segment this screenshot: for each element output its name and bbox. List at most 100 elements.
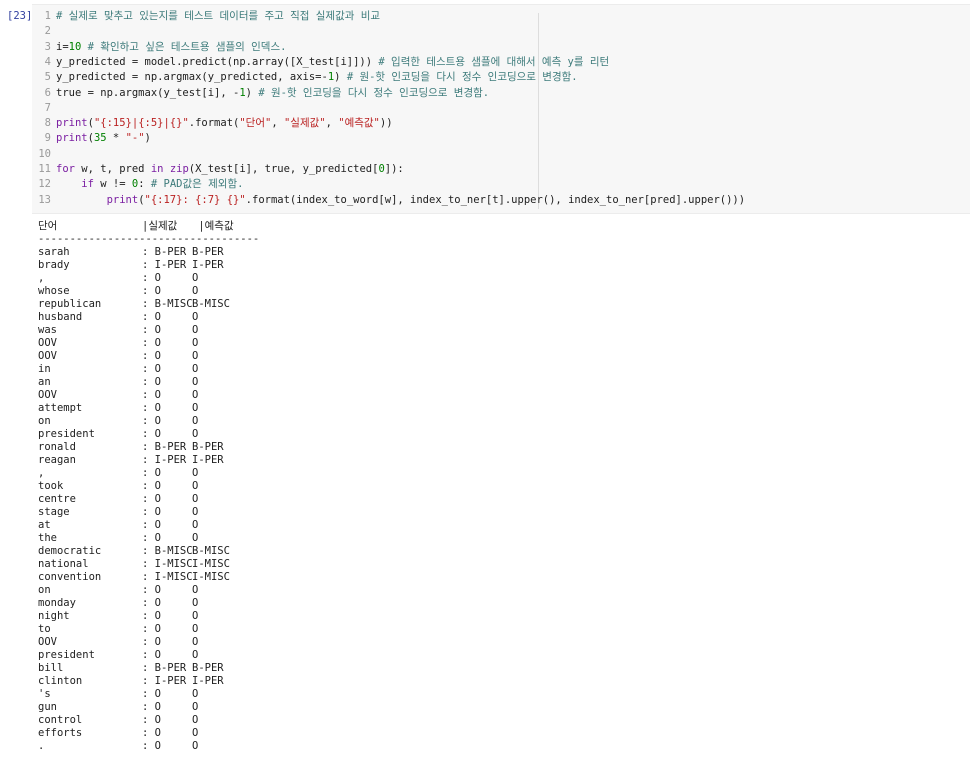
code-line[interactable]: 10	[32, 147, 56, 162]
output-row: ,: O O	[38, 467, 738, 480]
code-line[interactable]: 4 y_predicted = model.predict(np.array([X…	[32, 55, 610, 70]
output-true-tag: : O	[142, 363, 161, 375]
output-true-tag: : O	[142, 714, 161, 726]
output-row: centre: O O	[38, 493, 738, 506]
code-token: :	[138, 178, 151, 191]
code-token: ,	[325, 117, 339, 130]
output-true-tag: : O	[142, 636, 161, 648]
output-pred-tag: I-PER	[192, 675, 224, 687]
line-number: 7	[44, 101, 51, 114]
code-line[interactable]: 6 true = np.argmax(y_test[i], -1) # 원-핫 인…	[32, 86, 489, 101]
output-word: monday	[38, 597, 76, 609]
code-token: 10	[68, 40, 82, 53]
output-true-tag: : O	[142, 350, 161, 362]
output-row: OOV: O O	[38, 636, 738, 649]
code-token: "{:17}: {:7} {}"	[144, 193, 246, 206]
output-true-tag: : O	[142, 324, 161, 336]
output-word: at	[38, 519, 51, 531]
output-word: national	[38, 558, 89, 570]
output-header: 단어 |실제값 |예측값	[38, 220, 738, 233]
code-editor[interactable]: 1 # 실제로 맞추고 있는지를 테스트 데이터를 주고 직접 실제값과 비교 2 3…	[32, 4, 970, 214]
output-true-tag: : O	[142, 688, 161, 700]
output-pred-tag: I-MISC	[192, 571, 230, 583]
code-line[interactable]: 3 i=10 # 확인하고 싶은 테스트용 샘플의 인덱스.	[32, 40, 287, 55]
output-row: republican: B-MISCB-MISC	[38, 298, 738, 311]
code-line[interactable]: 9 print(35 * "-")	[32, 131, 151, 146]
code-line[interactable]: 5 y_predicted = np.argmax(y_predicted, ax…	[32, 70, 578, 85]
output-word: gun	[38, 701, 57, 713]
output-pred-tag: O	[192, 324, 199, 336]
output-true-tag: : O	[142, 532, 161, 544]
output-true-tag: : B-PER	[142, 246, 187, 258]
output-row: national: I-MISCI-MISC	[38, 558, 738, 571]
output-row: president: O O	[38, 428, 738, 441]
code-token: zip	[169, 163, 189, 175]
code-token: # 입력한 테스트용 샘플에 대해서 예측 y를 리턴	[378, 55, 610, 68]
output-word: OOV	[38, 389, 57, 401]
output-true-tag: : O	[142, 493, 161, 505]
code-line[interactable]: 8 print("{:15}|{:5}|{}".format("단어", "실제값…	[32, 116, 393, 131]
code-line[interactable]: 1 # 실제로 맞추고 있는지를 테스트 데이터를 주고 직접 실제값과 비교	[32, 9, 380, 24]
output-pred-tag: I-MISC	[192, 558, 230, 570]
output-word: 's	[38, 688, 51, 700]
cell-output: 단어 |실제값 |예측값 ----------------------------…	[38, 220, 738, 753]
output-pred-tag: O	[192, 480, 199, 492]
output-row: on: O O	[38, 415, 738, 428]
line-number: 11	[38, 163, 51, 175]
code-token: for	[56, 163, 75, 175]
editor-ruler	[538, 13, 539, 209]
output-true-tag: : I-MISC	[142, 571, 193, 583]
output-row: efforts: O O	[38, 727, 738, 740]
execution-count: [23]	[7, 10, 33, 22]
output-pred-tag: O	[192, 623, 199, 635]
code-line[interactable]: 13 print("{:17}: {:7} {}".format(index_t…	[32, 193, 745, 208]
output-row: OOV: O O	[38, 350, 738, 363]
output-pred-tag: O	[192, 402, 199, 414]
output-pred-tag: B-PER	[192, 246, 224, 258]
output-row: to: O O	[38, 623, 738, 636]
code-token: w !=	[93, 178, 132, 191]
code-token: # 실제로 맞추고 있는지를 테스트 데이터를 주고 직접 실제값과 비교	[56, 10, 381, 22]
code-token: )	[144, 132, 151, 145]
output-true-tag: : I-PER	[142, 454, 187, 466]
code-token: # 원-핫 인코딩을 다시 정수 인코딩으로 변경함.	[346, 71, 578, 84]
output-row: gun: O O	[38, 701, 738, 714]
output-true-tag: : O	[142, 597, 161, 609]
output-row: took: O O	[38, 480, 738, 493]
output-row: 's: O O	[38, 688, 738, 701]
output-pred-tag: O	[192, 701, 199, 713]
output-word: took	[38, 480, 64, 492]
line-number: 6	[44, 86, 51, 99]
output-word: clinton	[38, 675, 83, 687]
output-word: president	[38, 428, 95, 440]
output-pred-tag: O	[192, 311, 199, 323]
code-token: .format(	[188, 117, 240, 130]
output-true-tag: : O	[142, 311, 161, 323]
output-word: .	[38, 740, 45, 752]
output-true-tag: : I-PER	[142, 259, 187, 271]
line-number: 8	[44, 117, 51, 130]
output-word: the	[38, 532, 57, 544]
output-row: was: O O	[38, 324, 738, 337]
output-word: on	[38, 584, 51, 596]
output-pred-tag: O	[192, 337, 199, 349]
line-number: 5	[44, 71, 51, 84]
output-word: ,	[38, 467, 45, 479]
output-pred-tag: O	[192, 389, 199, 401]
code-line[interactable]: 2	[32, 24, 56, 39]
output-word: control	[38, 714, 83, 726]
code-token: "{:15}|{:5}|{}"	[93, 117, 189, 130]
output-row: bill: B-PER B-PER	[38, 662, 738, 675]
code-token: print	[56, 117, 88, 130]
code-token: print	[106, 193, 139, 206]
output-word: stage	[38, 506, 70, 518]
code-line[interactable]: 7	[32, 101, 56, 116]
code-line[interactable]: 11 for w, t, pred in zip(X_test[i], true,…	[32, 162, 403, 177]
output-word: democratic	[38, 545, 102, 557]
output-true-tag: : O	[142, 285, 161, 297]
output-word: reagan	[38, 454, 76, 466]
code-line[interactable]: 12 if w != 0: # PAD값은 제외함.	[32, 177, 243, 192]
output-row: reagan: I-PER I-PER	[38, 454, 738, 467]
output-true-tag: : I-PER	[142, 675, 187, 687]
